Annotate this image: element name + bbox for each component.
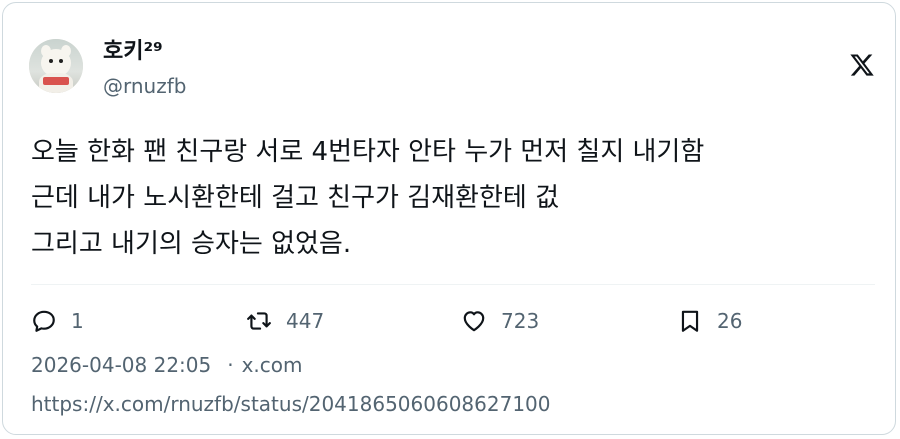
user-handle[interactable]: @rnuzfb: [103, 74, 186, 98]
display-name[interactable]: 호키²⁹: [103, 39, 163, 65]
avatar-eye-left: [49, 59, 53, 63]
tweet-meta: 2026-04-08 22:05 · x.com: [31, 352, 303, 378]
meta-separator: ·: [227, 353, 234, 377]
tweet-line: 오늘 한화 팬 친구랑 서로 4번타자 안타 누가 먼저 칠지 내기함: [31, 137, 705, 167]
tweet-line: 근데 내가 노시환한테 걸고 친구가 김재환한테 겂: [31, 183, 559, 213]
retweet-button[interactable]: 447: [246, 303, 324, 339]
reply-button[interactable]: 1: [31, 303, 84, 339]
retweet-count: 447: [286, 309, 325, 333]
tweet-url[interactable]: https://x.com/rnuzfb/status/204186506060…: [31, 391, 551, 417]
divider: [31, 284, 875, 285]
bookmark-count: 26: [717, 309, 743, 333]
action-bar: 1 447 723 26: [31, 303, 871, 339]
like-button[interactable]: 723: [461, 303, 539, 339]
bookmark-button[interactable]: 26: [677, 303, 742, 339]
tweet-card: 호키²⁹ @rnuzfb 오늘 한화 팬 친구랑 서로 4번타자 안타 누가 먼…: [2, 2, 896, 435]
tweet-text: 오늘 한화 팬 친구랑 서로 4번타자 안타 누가 먼저 칠지 내기함 근데 내…: [31, 129, 881, 267]
like-count: 723: [501, 309, 540, 333]
avatar-eye-right: [59, 59, 63, 63]
reply-icon: [33, 310, 55, 332]
source-link[interactable]: x.com: [242, 353, 303, 377]
x-logo-icon[interactable]: [849, 52, 875, 78]
tweet-line: 그리고 내기의 승자는 없었음.: [31, 229, 352, 259]
avatar[interactable]: [29, 39, 83, 93]
reply-count: 1: [71, 309, 84, 333]
timestamp[interactable]: 2026-04-08 22:05: [31, 353, 211, 377]
heart-icon: [463, 311, 485, 332]
avatar-stripe: [43, 77, 69, 85]
retweet-icon: [247, 312, 271, 330]
bookmark-icon: [681, 310, 699, 332]
